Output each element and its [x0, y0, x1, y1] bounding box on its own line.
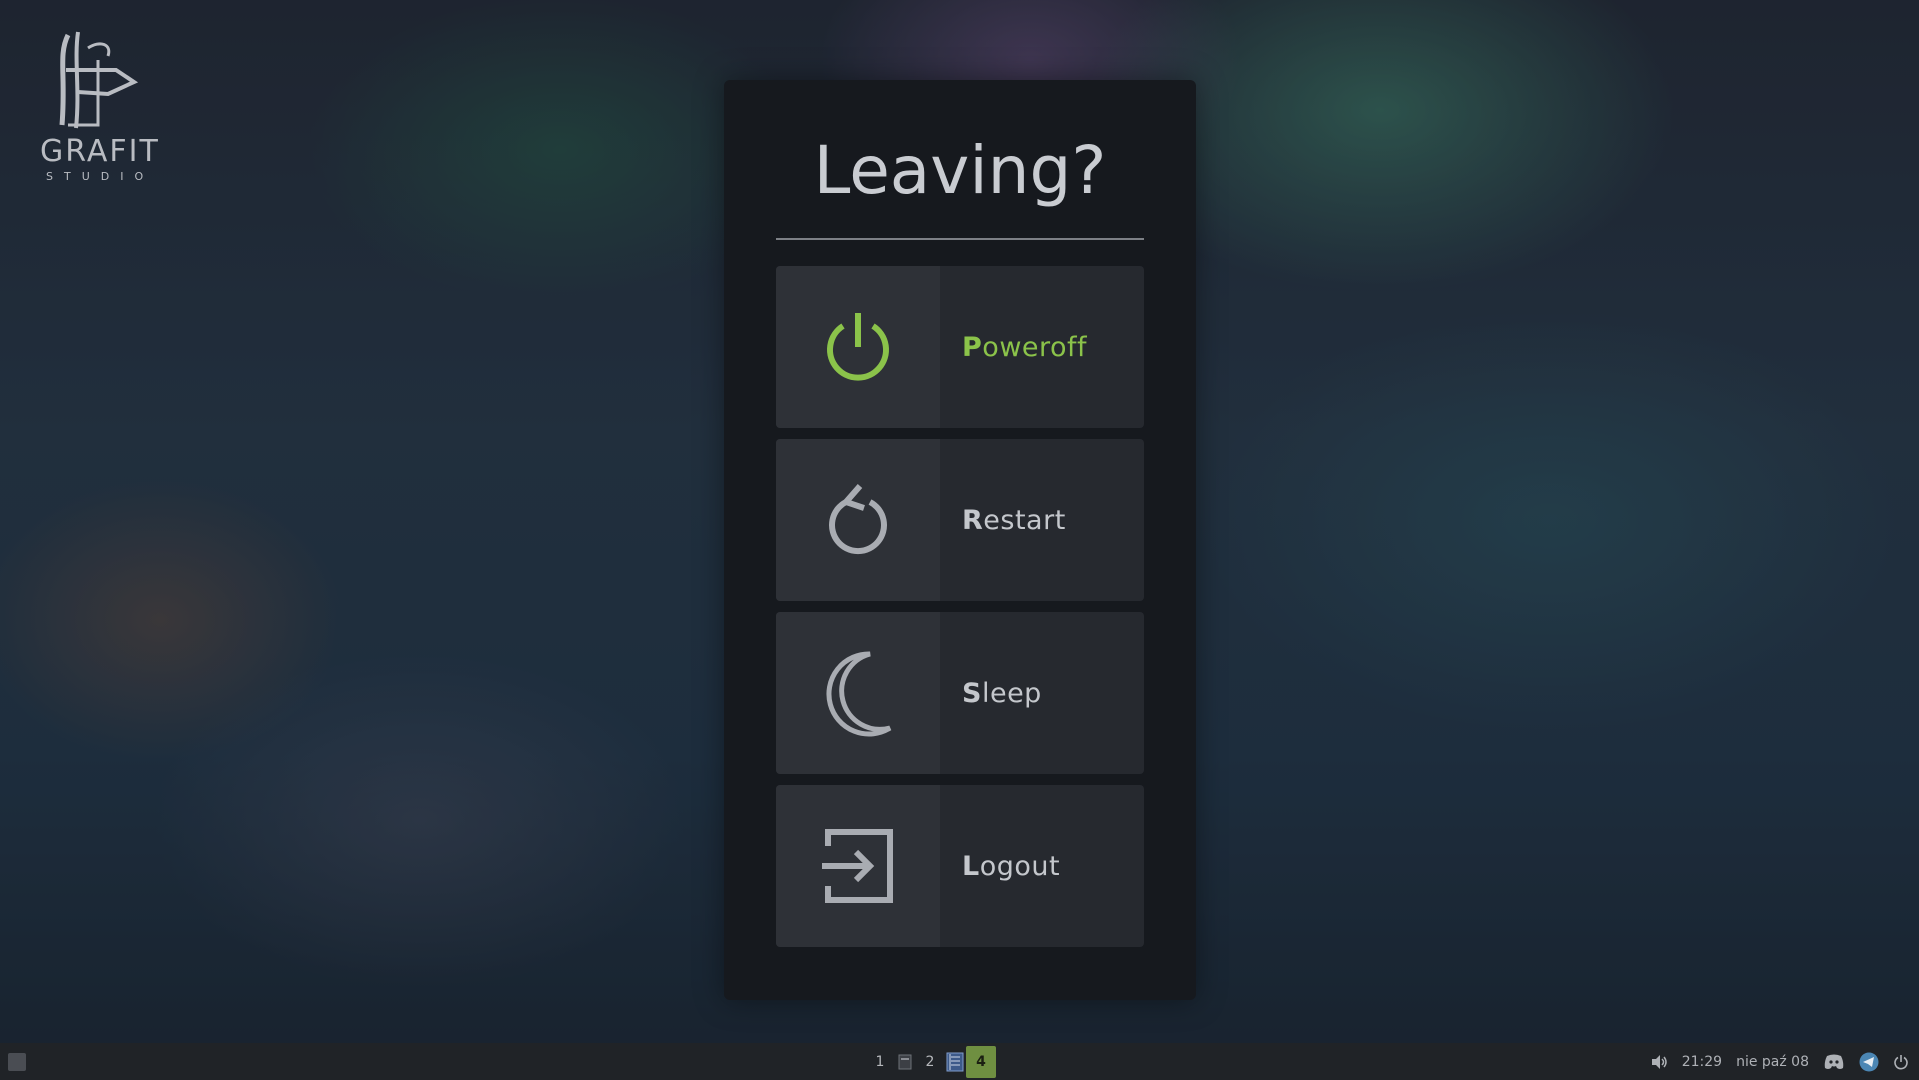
workspace-2[interactable]: 2 — [916, 1046, 944, 1078]
moon-icon — [826, 651, 892, 737]
app-menu-icon[interactable] — [8, 1053, 26, 1071]
leave-dialog: Leaving? Poweroff Restart S leep L ogout — [724, 80, 1196, 1000]
restart-button[interactable]: Restart — [776, 439, 1144, 601]
sleep-button[interactable]: Sleep — [776, 612, 1144, 774]
logo-subtitle: STUDIO — [46, 170, 155, 183]
sleep-label: Sleep — [962, 677, 1042, 709]
power-tray-icon[interactable] — [1893, 1054, 1909, 1070]
taskbar: 1 2 4 21:29 nie paź 08 — [0, 1043, 1919, 1080]
telegram-icon[interactable] — [1859, 1052, 1879, 1072]
clock-time[interactable]: 21:29 — [1682, 1054, 1722, 1070]
workspace-4[interactable]: 4 — [966, 1045, 996, 1078]
volume-icon[interactable] — [1650, 1054, 1668, 1070]
dialog-title: Leaving? — [813, 132, 1107, 209]
workspace-1[interactable]: 1 — [866, 1046, 894, 1078]
clock-date[interactable]: nie paź 08 — [1736, 1054, 1809, 1070]
poweroff-button[interactable]: Poweroff — [776, 266, 1144, 428]
restart-icon — [829, 484, 887, 554]
grafit-studio-logo: GRAFIT STUDIO — [38, 30, 188, 185]
workspace-switcher: 1 2 4 — [866, 1043, 996, 1080]
power-icon — [827, 313, 889, 381]
logout-label: Logout — [962, 850, 1061, 882]
document-app-icon[interactable] — [944, 1046, 966, 1078]
poweroff-label: Poweroff — [962, 331, 1088, 363]
logo-name: GRAFIT — [40, 134, 160, 169]
logout-button[interactable]: Logout — [776, 785, 1144, 947]
terminal-app-icon[interactable] — [894, 1046, 916, 1078]
restart-label: Restart — [962, 504, 1066, 536]
logout-icon — [822, 829, 893, 903]
logo-emblem-icon — [59, 31, 139, 129]
title-divider — [776, 238, 1144, 240]
discord-icon[interactable] — [1823, 1054, 1845, 1070]
system-tray: 21:29 nie paź 08 — [1650, 1043, 1909, 1080]
